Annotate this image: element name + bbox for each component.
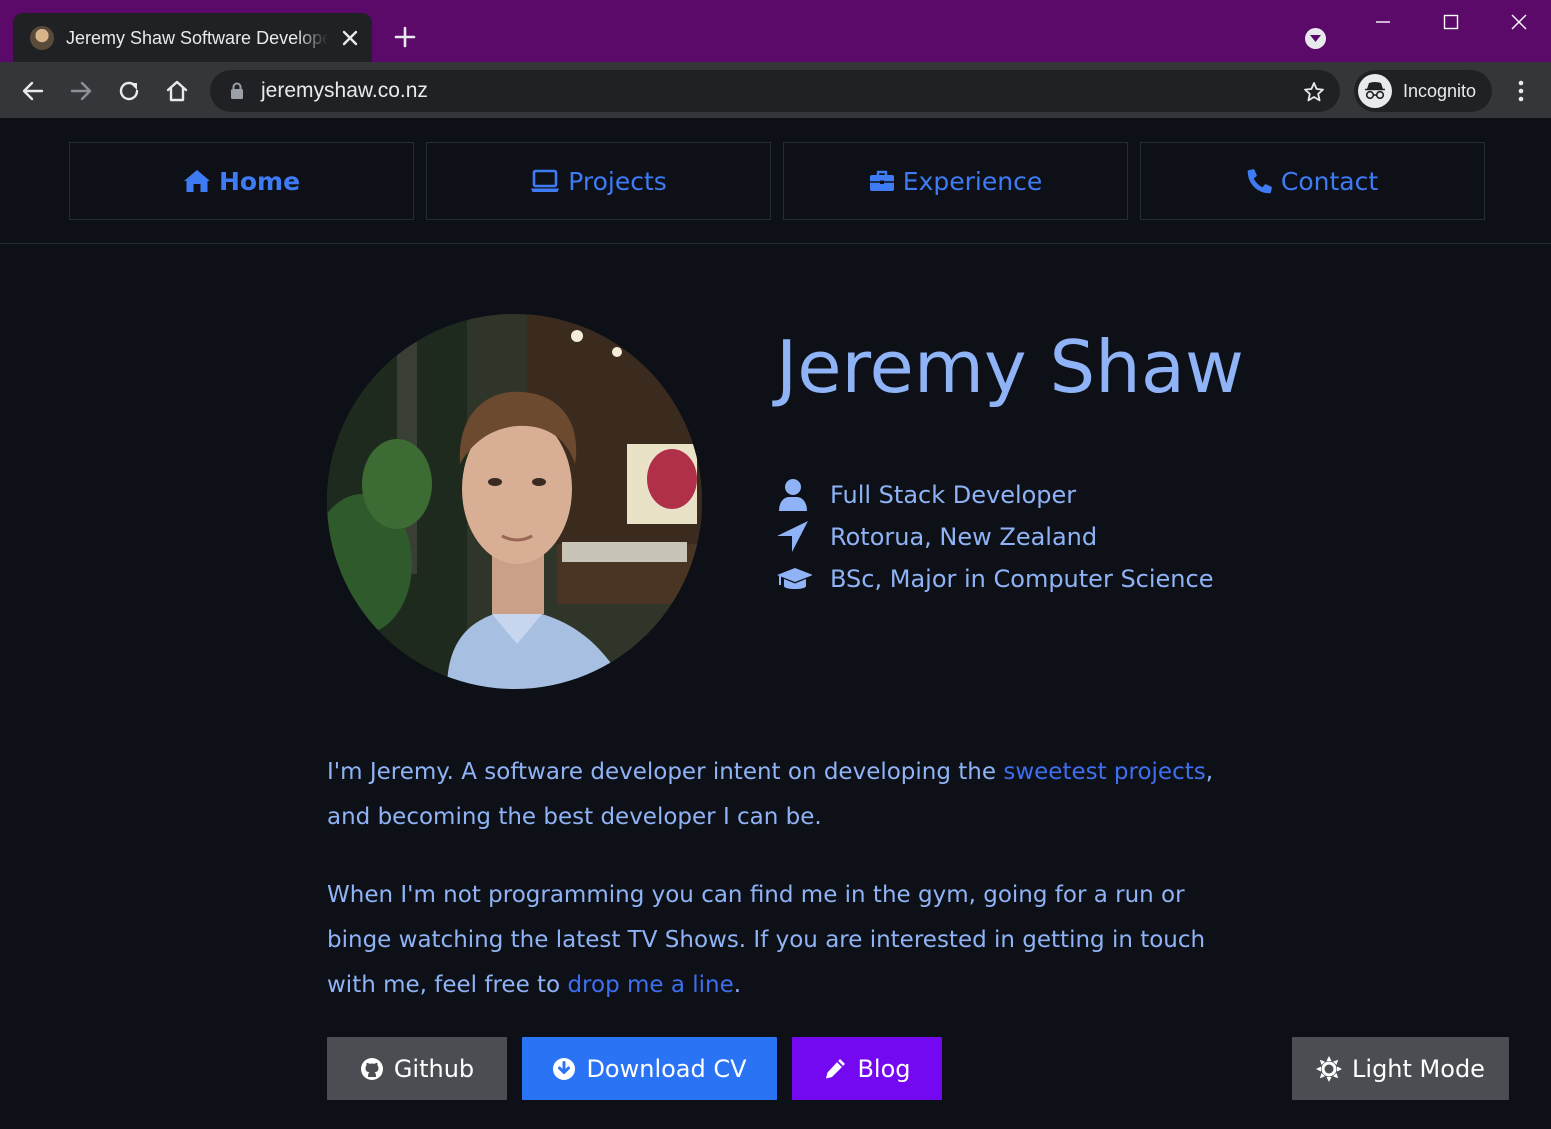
nav-home[interactable]: Home: [69, 142, 414, 220]
home-icon[interactable]: [162, 76, 192, 106]
close-icon[interactable]: [338, 26, 362, 50]
browser-tab[interactable]: Jeremy Shaw Software Developer: [13, 13, 372, 63]
nav-experience-label: Experience: [902, 166, 1043, 196]
bio-paragraph-1: I'm Jeremy. A software developer intent …: [327, 750, 1237, 840]
maximize-icon[interactable]: [1417, 0, 1485, 44]
address-bar[interactable]: jeremyshaw.co.nz: [210, 70, 1340, 112]
page-content: Home Projects Experience Contact Jeremy …: [0, 118, 1551, 1129]
fact-role-text: Full Stack Developer: [830, 481, 1077, 509]
incognito-badge[interactable]: Incognito: [1354, 70, 1492, 112]
window-close-icon[interactable]: [1485, 0, 1551, 44]
forward-arrow-icon[interactable]: [66, 76, 96, 106]
plus-icon[interactable]: [390, 22, 420, 52]
tab-search-icon[interactable]: [1305, 28, 1326, 49]
profile-name: Jeremy Shaw: [776, 325, 1244, 409]
fact-location-text: Rotorua, New Zealand: [830, 523, 1098, 551]
github-button-label: Github: [393, 1054, 475, 1083]
light-mode-toggle[interactable]: Light Mode: [1292, 1037, 1509, 1100]
laptop-icon: [531, 169, 560, 192]
back-arrow-icon[interactable]: [18, 76, 48, 106]
nav-experience[interactable]: Experience: [783, 142, 1128, 220]
nav-contact[interactable]: Contact: [1140, 142, 1485, 220]
graduation-cap-icon: [777, 568, 812, 589]
browser-titlebar: Jeremy Shaw Software Developer: [0, 0, 1551, 63]
briefcase-icon: [869, 170, 894, 191]
drop-me-a-line-link[interactable]: drop me a line: [567, 972, 733, 998]
tab-favicon-icon: [30, 26, 54, 50]
browser-toolbar: jeremyshaw.co.nz Incognito: [0, 62, 1551, 118]
pencil-icon: [826, 1058, 846, 1078]
github-icon: [360, 1057, 383, 1080]
location-arrow-icon: [777, 521, 808, 552]
github-button[interactable]: Github: [327, 1037, 507, 1100]
lock-icon[interactable]: [230, 82, 244, 100]
url-text[interactable]: jeremyshaw.co.nz: [261, 79, 428, 103]
user-icon: [779, 479, 807, 511]
profile-photo: [327, 314, 702, 689]
nav-projects-label: Projects: [568, 166, 667, 196]
sweetest-projects-link[interactable]: sweetest projects: [1003, 759, 1205, 785]
star-icon[interactable]: [1302, 80, 1326, 104]
incognito-icon: [1358, 74, 1392, 108]
sun-icon: [1316, 1055, 1343, 1082]
fact-education-text: BSc, Major in Computer Science: [830, 565, 1214, 593]
blog-button-label: Blog: [857, 1054, 911, 1083]
bio-p2-text-end: .: [733, 972, 742, 998]
blog-button[interactable]: Blog: [792, 1037, 942, 1100]
nav-projects[interactable]: Projects: [426, 142, 771, 220]
bio-paragraph-2: When I'm not programming you can find me…: [327, 873, 1237, 1008]
incognito-label: Incognito: [1403, 81, 1477, 101]
bio-p2-text-start: When I'm not programming you can find me…: [327, 882, 1206, 998]
more-vert-icon[interactable]: [1509, 76, 1533, 106]
minimize-icon[interactable]: [1349, 0, 1417, 44]
bio-p1-text-start: I'm Jeremy. A software developer intent …: [327, 759, 1004, 785]
download-cv-button[interactable]: Download CV: [522, 1037, 777, 1100]
main-nav: Home Projects Experience Contact: [0, 118, 1551, 244]
home-icon: [183, 170, 210, 192]
nav-contact-label: Contact: [1280, 166, 1379, 196]
tab-title: Jeremy Shaw Software Developer: [66, 28, 328, 48]
download-circle-icon: [553, 1057, 576, 1080]
download-cv-label: Download CV: [586, 1054, 747, 1083]
reload-icon[interactable]: [114, 76, 144, 106]
light-mode-label: Light Mode: [1352, 1054, 1485, 1083]
phone-icon: [1247, 169, 1272, 194]
nav-home-label: Home: [218, 166, 301, 196]
